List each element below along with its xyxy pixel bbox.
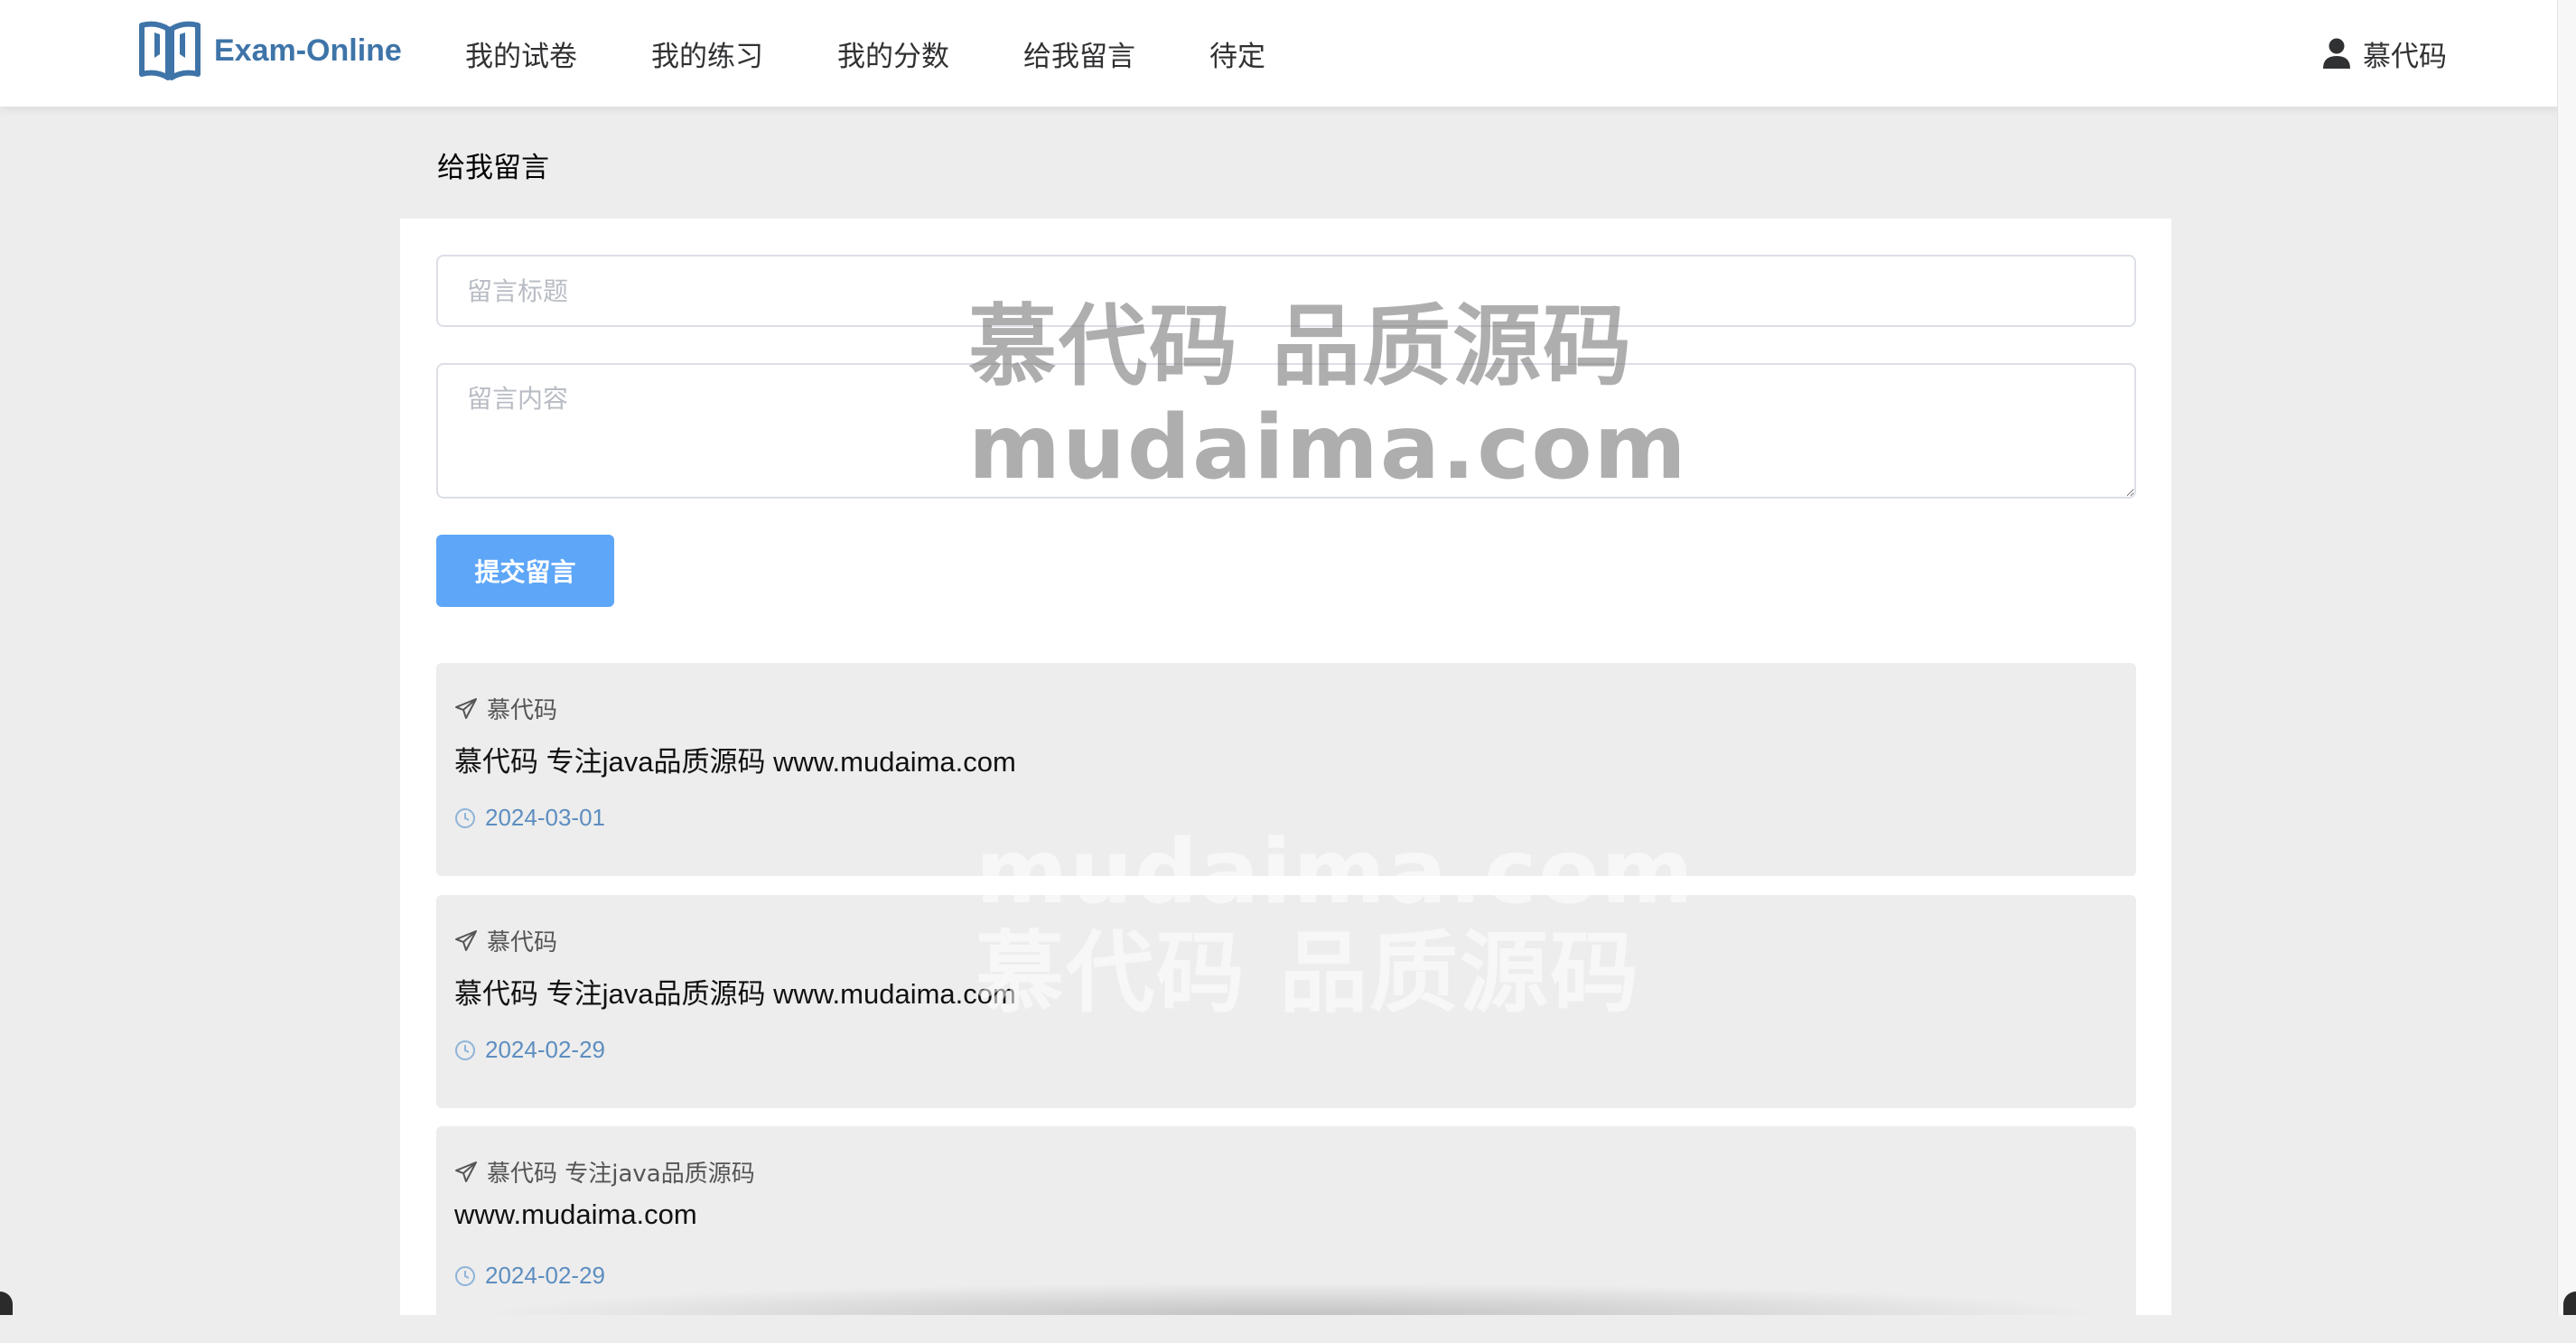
page-scrollbar[interactable] <box>2557 0 2576 1315</box>
message-body: www.mudaima.com <box>454 1198 697 1230</box>
user-menu[interactable]: 慕代码 <box>2321 0 2447 107</box>
message-body: 慕代码 专注java品质源码 www.mudaima.com <box>454 978 1016 1010</box>
logo[interactable]: Exam-Online <box>138 18 402 83</box>
nav-leave-message[interactable]: 给我留言 <box>1023 33 1135 74</box>
user-name: 慕代码 <box>2363 40 2447 73</box>
message-author: 慕代码 专注java品质源码 <box>487 1161 755 1188</box>
message-author-row: 慕代码 <box>454 924 557 957</box>
message-author: 慕代码 <box>487 697 558 724</box>
nav-my-papers[interactable]: 我的试卷 <box>465 33 577 74</box>
submit-message-button[interactable]: 提交留言 <box>436 535 614 607</box>
message-date: 2024-02-29 <box>485 1262 605 1289</box>
message-card: 提交留言 慕代码 慕代码 专注java品质源码 www.mudaima.com … <box>400 219 2171 1343</box>
message-date: 2024-02-29 <box>485 1036 605 1063</box>
message-item: 慕代码 专注java品质源码 www.mudaima.com 2024-02-2… <box>436 1126 2136 1343</box>
message-content-textarea[interactable] <box>436 363 2136 499</box>
page-title: 给我留言 <box>437 152 549 184</box>
message-item: 慕代码 慕代码 专注java品质源码 www.mudaima.com 2024-… <box>436 895 2136 1108</box>
nav-my-practice[interactable]: 我的练习 <box>651 33 763 74</box>
message-title-input[interactable] <box>436 255 2136 327</box>
send-icon <box>455 929 477 951</box>
open-book-icon <box>139 21 201 80</box>
main-nav: 我的试卷 我的练习 我的分数 给我留言 待定 <box>465 0 1339 107</box>
message-author: 慕代码 <box>487 929 558 956</box>
send-icon <box>455 1161 477 1182</box>
message-author-row: 慕代码 <box>454 692 557 725</box>
message-time-row: 2024-02-29 <box>454 1262 605 1290</box>
logo-text: Exam-Online <box>214 33 402 68</box>
window-corner-left <box>0 1292 13 1315</box>
clock-icon <box>455 1265 475 1286</box>
top-navbar: Exam-Online 我的试卷 我的练习 我的分数 给我留言 待定 慕代码 <box>0 0 2576 107</box>
message-date: 2024-03-01 <box>485 804 605 831</box>
clock-icon <box>455 1040 475 1060</box>
clock-icon <box>455 807 475 828</box>
message-time-row: 2024-03-01 <box>454 804 605 832</box>
message-time-row: 2024-02-29 <box>454 1036 605 1064</box>
user-icon <box>2323 38 2350 69</box>
nav-pending[interactable]: 待定 <box>1209 33 1265 74</box>
message-body: 慕代码 专注java品质源码 www.mudaima.com <box>454 746 1016 778</box>
send-icon <box>455 697 477 719</box>
nav-my-scores[interactable]: 我的分数 <box>837 33 949 74</box>
message-item: 慕代码 慕代码 专注java品质源码 www.mudaima.com 2024-… <box>436 663 2136 876</box>
message-author-row: 慕代码 专注java品质源码 <box>454 1155 755 1189</box>
